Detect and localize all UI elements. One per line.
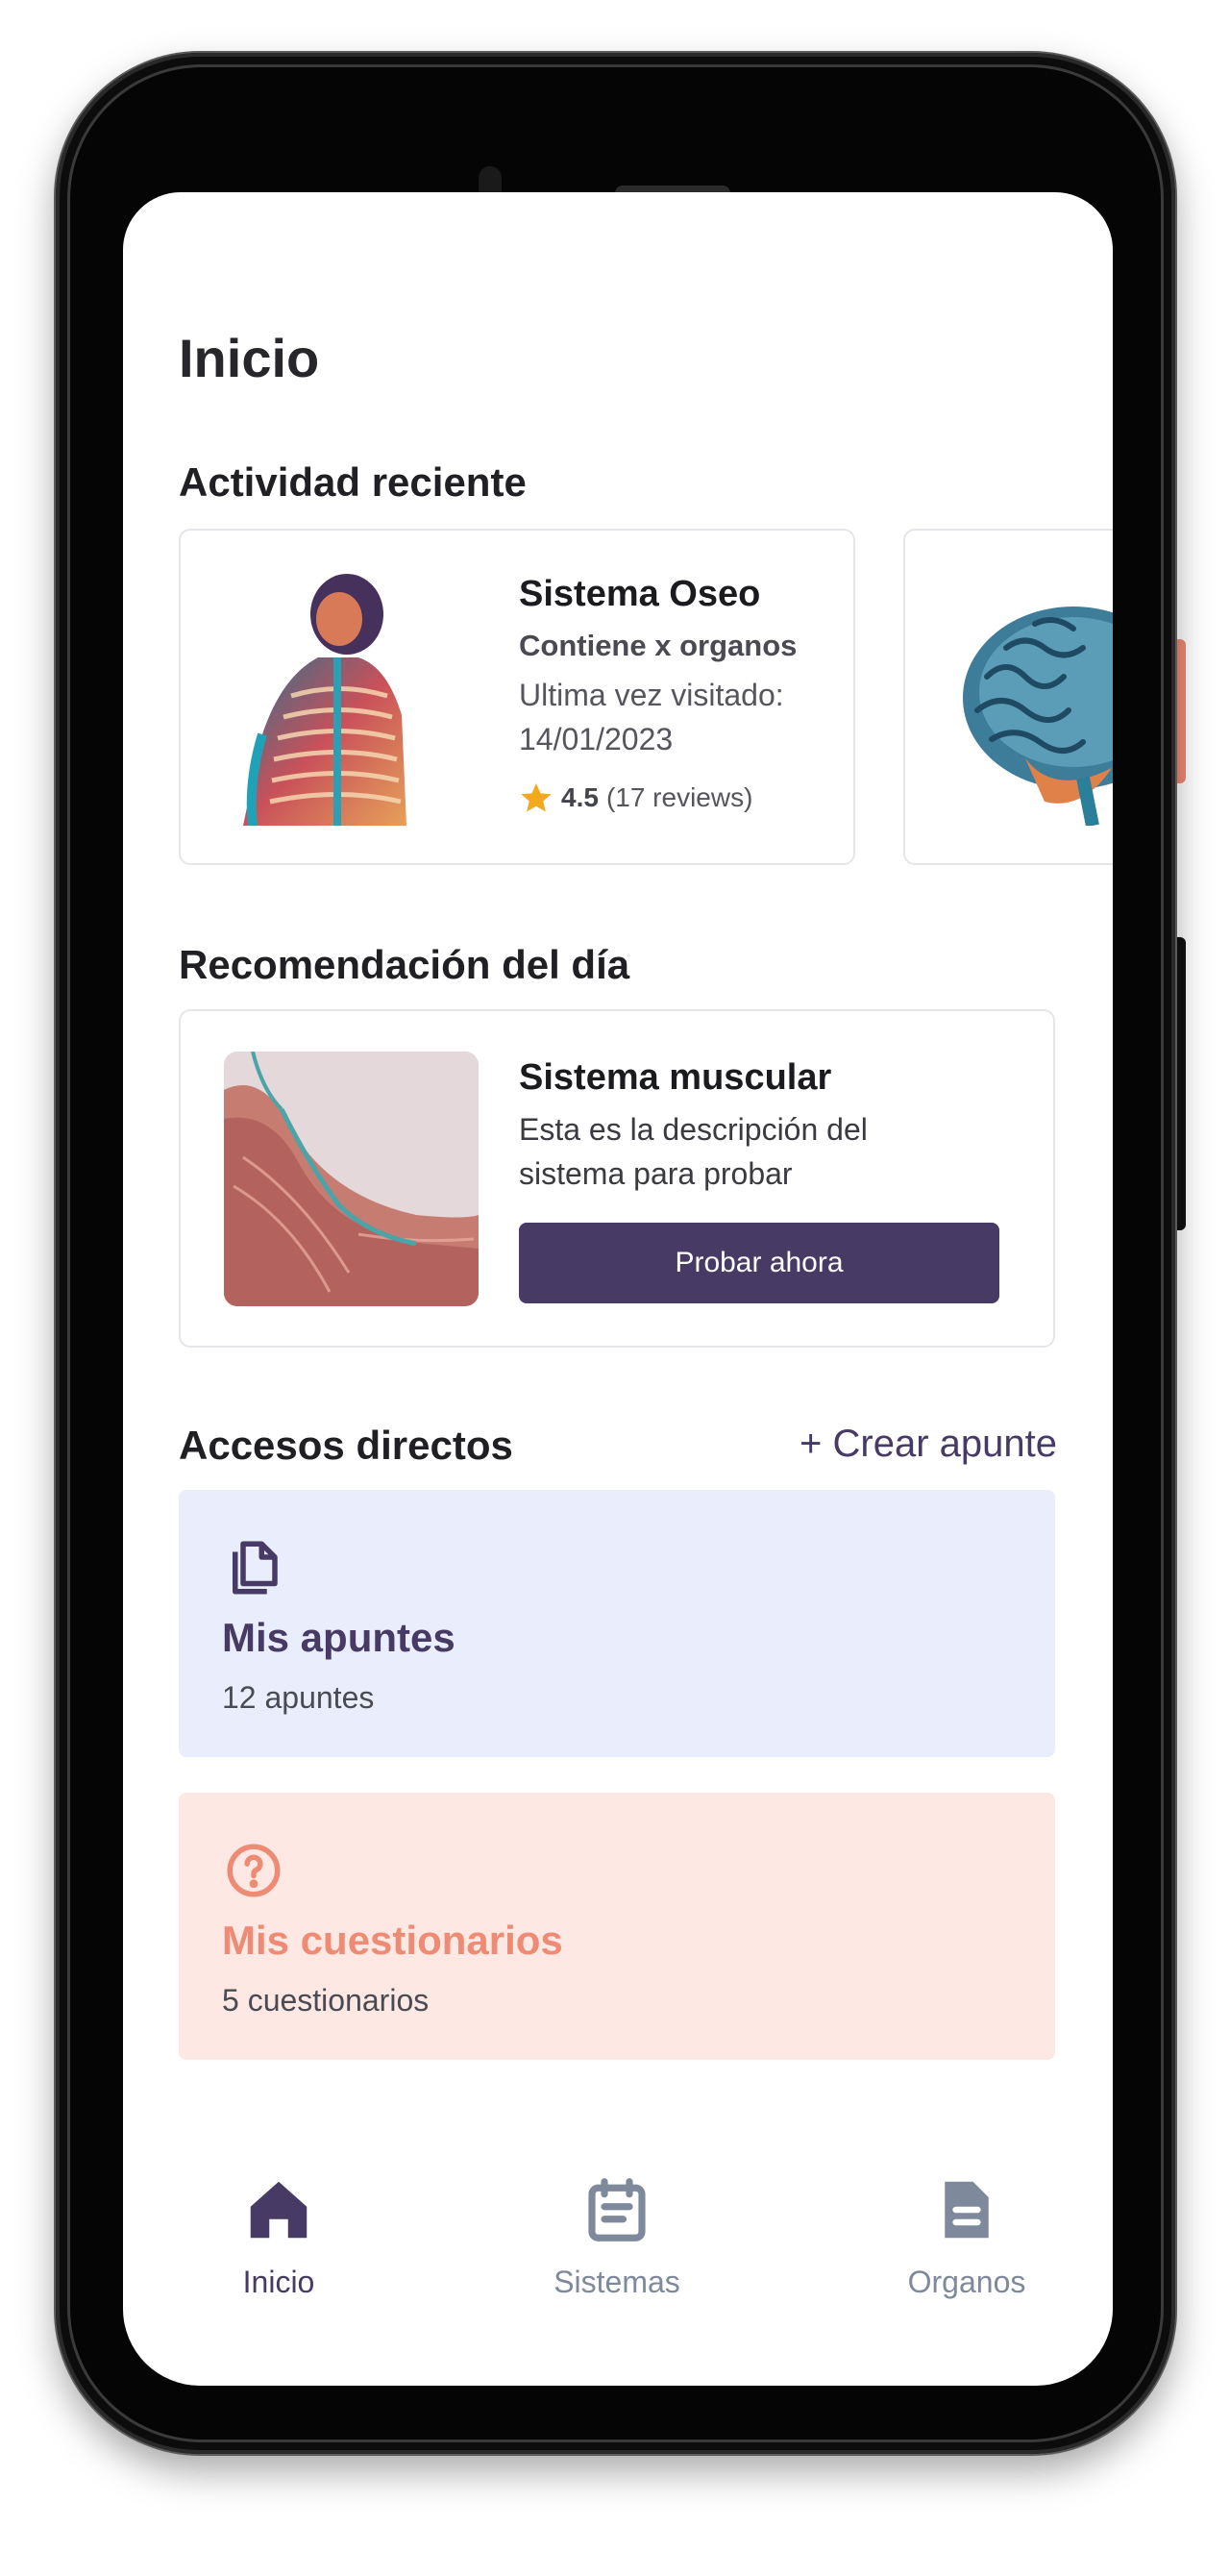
shortcuts-title: Accesos directos <box>179 1423 513 1468</box>
recommendation-card-title: Sistema muscular <box>519 1057 832 1098</box>
shortcut-count: 5 cuestionarios <box>222 1983 430 2018</box>
recent-card-last-visited: Ultima vez visitado: 14/01/2023 <box>519 678 784 756</box>
nav-item-inicio[interactable]: Inicio <box>173 2172 384 2300</box>
recent-activity-title: Actividad reciente <box>179 459 527 505</box>
document-icon <box>945 2181 989 2239</box>
shortcut-my-notes[interactable]: Mis apuntes 12 apuntes <box>179 1490 1055 1757</box>
recommendation-card[interactable]: Sistema muscular Esta es la descripción … <box>179 1009 1055 1348</box>
bottom-nav: Inicio Sistemas Organos <box>123 2172 1113 2365</box>
shortcut-count: 12 apuntes <box>222 1680 375 1715</box>
recommendation-description: Esta es la descripción del sistema para … <box>519 1112 868 1191</box>
recent-card-rating: 4.5 (17 reviews) <box>519 780 752 815</box>
shortcut-my-quizzes[interactable]: Mis cuestionarios 5 cuestionarios <box>179 1793 1055 2060</box>
notes-icon <box>233 1541 278 1595</box>
nav-label: Inicio <box>242 2265 315 2299</box>
page-title: Inicio <box>179 328 320 388</box>
skeleton-image <box>224 571 430 826</box>
calendar-icon <box>588 2178 646 2242</box>
create-note-link[interactable]: + Crear apunte <box>800 1423 1057 1466</box>
star-icon <box>521 783 552 812</box>
try-now-button[interactable]: Probar ahora <box>519 1223 999 1303</box>
side-button-accent <box>1174 639 1186 783</box>
rating-reviews: (17 reviews) <box>605 782 753 812</box>
home-icon <box>250 2181 308 2239</box>
nav-label: Organos <box>907 2265 1026 2299</box>
brain-image <box>948 571 1113 826</box>
recommendation-title: Recomendación del día <box>179 942 630 987</box>
nav-label: Sistemas <box>554 2265 680 2299</box>
power-button <box>1174 937 1186 1230</box>
recent-card-subtitle: Contiene x organos <box>519 629 798 662</box>
nav-item-sistemas[interactable]: Sistemas <box>511 2172 723 2300</box>
recent-card-sistema-oseo[interactable]: Sistema Oseo Contiene x organos Ultima v… <box>179 529 855 865</box>
question-icon <box>227 1844 281 1897</box>
shortcut-title: Mis cuestionarios <box>222 1918 563 1963</box>
nav-item-organos[interactable]: Organos <box>861 2172 1072 2300</box>
muscle-image <box>224 1052 479 1306</box>
recent-card-title: Sistema Oseo <box>519 574 761 614</box>
recent-card-brain[interactable] <box>903 529 1113 865</box>
shortcut-title: Mis apuntes <box>222 1615 455 1660</box>
rating-value: 4.5 <box>561 782 599 812</box>
app-screen: Inicio Actividad reciente Sistema Oseo C… <box>123 192 1113 2386</box>
